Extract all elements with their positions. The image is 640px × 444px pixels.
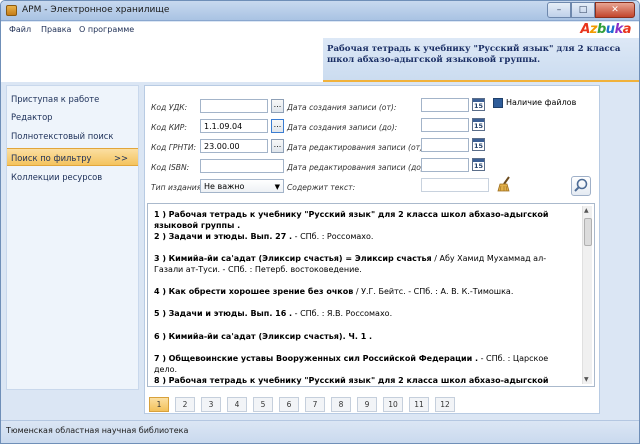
kir-label: Код КИР: [151,123,187,132]
results-scrollbar[interactable]: ▲ ▼ [582,206,592,384]
created-from-label: Дата создания записи (от): [287,103,397,112]
filter-panel: Код УДК: ... Код КИР: 1.1.09.04 ... Код … [144,85,600,414]
page-button[interactable]: 12 [435,397,455,412]
minimize-button[interactable]: – [547,2,571,18]
status-text: Тюменская областная научная библиотека [6,426,189,435]
scroll-up-icon[interactable]: ▲ [584,207,589,214]
maximize-button[interactable]: □ [571,2,595,18]
menu-about[interactable]: О программе [79,25,134,34]
document-header: Рабочая тетрадь к учебнику "Русский язык… [323,38,639,82]
page-button[interactable]: 10 [383,397,403,412]
sidebar-item-label: Редактор [11,112,53,122]
created-to-label: Дата создания записи (до): [287,123,398,132]
menu-file[interactable]: Файл [9,25,31,34]
document-title: Рабочая тетрадь к учебнику "Русский язык… [327,44,621,65]
sidebar-item-fulltext-search[interactable]: Полнотекстовый поиск [7,127,138,145]
window-title: АРМ - Электронное хранилище [22,5,170,15]
status-bar: Тюменская областная научная библиотека [1,420,639,443]
close-icon: ✕ [611,5,619,15]
edition-type-label: Тип издания: [151,183,204,192]
udk-label: Код УДК: [151,103,188,112]
title-bar[interactable]: АРМ - Электронное хранилище – □ ✕ [1,1,639,21]
results-list: 1 ) Рабочая тетрадь к учебнику "Русский … [147,203,595,387]
edited-to-input[interactable] [421,158,469,172]
isbn-label: Код ISBN: [151,163,190,172]
clear-filter-icon[interactable] [496,175,514,193]
page-button[interactable]: 9 [357,397,377,412]
edited-to-label: Дата редактирования записи (до): [287,163,427,172]
edition-type-value: Не важно [204,182,245,191]
menu-bar: Файл Правка О программе [1,22,639,38]
udk-browse-button[interactable]: ... [271,99,284,113]
pagination: 1 2 3 4 5 6 7 8 9 10 11 12 [149,397,461,413]
search-button[interactable] [571,176,591,196]
sidebar-item-filter-search[interactable]: Поиск по фильтру >> [7,148,138,166]
close-button[interactable]: ✕ [595,2,635,18]
grnti-label: Код ГРНТИ: [151,143,197,152]
kir-browse-button[interactable]: ... [271,119,284,133]
search-icon [574,178,588,192]
calendar-icon[interactable]: 15 [472,118,485,131]
sidebar-item-label: Полнотекстовый поиск [11,131,114,141]
sidebar-item-editor[interactable]: Редактор [7,108,138,126]
contains-text-label: Содержит текст: [287,183,356,192]
page-button[interactable]: 6 [279,397,299,412]
sidebar-item-label: Приступая к работе [11,94,100,104]
udk-input[interactable] [200,99,268,113]
sidebar-item-label: Коллекции ресурсов [11,172,103,182]
list-item[interactable]: 6 ) Кимийа-йи са'адат (Эликсир счастья).… [154,331,572,342]
sidebar-item-collections[interactable]: Коллекции ресурсов [7,168,138,186]
calendar-icon[interactable]: 15 [472,158,485,171]
app-window: АРМ - Электронное хранилище – □ ✕ Файл П… [0,0,640,444]
chevron-down-icon: ▼ [274,183,280,191]
calendar-icon[interactable]: 15 [472,138,485,151]
list-item[interactable]: 7 ) Общевоинские уставы Вооруженных сил … [154,353,572,375]
header-blank [1,38,323,82]
page-button[interactable]: 2 [175,397,195,412]
edition-type-select[interactable]: Не важно ▼ [200,179,284,193]
app-icon [6,5,17,16]
page-button[interactable]: 1 [149,397,169,412]
page-button[interactable]: 4 [227,397,247,412]
minimize-icon: – [556,5,562,15]
maximize-icon: □ [578,5,588,15]
page-button[interactable]: 5 [253,397,273,412]
scroll-down-icon[interactable]: ▼ [584,376,589,383]
calendar-icon[interactable]: 15 [472,98,485,111]
list-item[interactable]: 3 ) Кимийа-йи са'адат (Эликсир счастья) … [154,253,572,275]
edited-from-label: Дата редактирования записи (от): [287,143,426,152]
kir-input[interactable]: 1.1.09.04 [200,119,268,133]
page-button[interactable]: 3 [201,397,221,412]
list-item[interactable]: 1 ) Рабочая тетрадь к учебнику "Русский … [154,209,572,231]
list-item[interactable]: 5 ) Задачи и этюды. Вып. 16 . - СПб. : Я… [154,308,572,319]
list-item[interactable]: 4 ) Как обрести хорошее зрение без очков… [154,286,572,297]
edited-from-input[interactable] [421,138,469,152]
grnti-input[interactable]: 23.00.00 [200,139,268,153]
list-item[interactable]: 8 ) Рабочая тетрадь к учебнику "Русский … [154,375,572,386]
page-button[interactable]: 7 [305,397,325,412]
page-button[interactable]: 8 [331,397,351,412]
sidebar: Приступая к работе Редактор Полнотекстов… [6,85,139,390]
has-files-checkbox[interactable] [493,98,503,108]
grnti-browse-button[interactable]: ... [271,139,284,153]
azbuka-logo: Azbuka [580,22,631,37]
active-arrow-icon: >> [113,153,128,163]
contains-text-input[interactable] [421,178,489,192]
window-controls: – □ ✕ [547,2,635,18]
page-button[interactable]: 11 [409,397,429,412]
scroll-thumb[interactable] [584,218,592,246]
list-item[interactable]: 2 ) Задачи и этюды. Вып. 27 . - СПб. : Р… [154,231,572,242]
created-to-input[interactable] [421,118,469,132]
isbn-input[interactable] [200,159,284,173]
menu-edit[interactable]: Правка [41,25,71,34]
sidebar-item-getting-started[interactable]: Приступая к работе [7,90,138,108]
has-files-label: Наличие файлов [506,98,577,107]
created-from-input[interactable] [421,98,469,112]
sidebar-item-label: Поиск по фильтру [11,153,92,163]
